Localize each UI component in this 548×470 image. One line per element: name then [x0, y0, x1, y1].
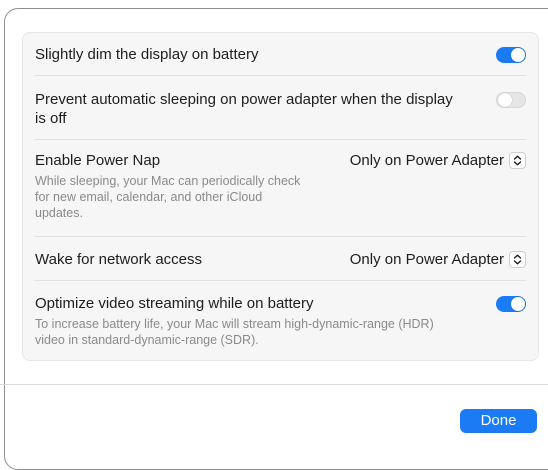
toggle-knob [511, 297, 525, 311]
toggle-knob [498, 93, 512, 107]
power-nap-description: While sleeping, your Mac can periodicall… [35, 174, 301, 220]
optimize-video-description: To increase battery life, your Mac will … [35, 317, 434, 347]
chevron-up-down-icon [509, 152, 526, 169]
wake-network-popup[interactable]: Only on Power Adapter [350, 250, 526, 269]
wake-network-value: Only on Power Adapter [349, 251, 504, 268]
divider [35, 236, 526, 237]
wake-network-row: Wake for network access Only on Power Ad… [35, 250, 526, 270]
power-settings-group: Slightly dim the display on battery Prev… [22, 32, 539, 361]
dim-display-row: Slightly dim the display on battery [35, 45, 526, 65]
prevent-sleep-label: Prevent automatic sleeping on power adap… [35, 91, 453, 127]
divider [35, 139, 526, 140]
optimize-video-label: Optimize video streaming while on batter… [35, 295, 314, 312]
power-nap-row: Enable Power Nap While sleeping, your Ma… [35, 151, 526, 231]
power-nap-popup[interactable]: Only on Power Adapter [350, 151, 526, 170]
divider [35, 280, 526, 281]
dim-display-toggle[interactable] [496, 47, 526, 63]
optimize-video-toggle[interactable] [496, 296, 526, 312]
dim-display-label: Slightly dim the display on battery [35, 46, 259, 63]
optimize-video-row: Optimize video streaming while on batter… [35, 294, 526, 354]
divider [35, 75, 526, 76]
footer-divider [0, 384, 548, 385]
done-button[interactable]: Done [460, 409, 537, 433]
power-nap-value: Only on Power Adapter [349, 152, 504, 169]
toggle-knob [511, 48, 525, 62]
chevron-up-down-icon [509, 251, 526, 268]
prevent-sleep-toggle[interactable] [496, 92, 526, 108]
prevent-sleep-row: Prevent automatic sleeping on power adap… [35, 90, 526, 130]
